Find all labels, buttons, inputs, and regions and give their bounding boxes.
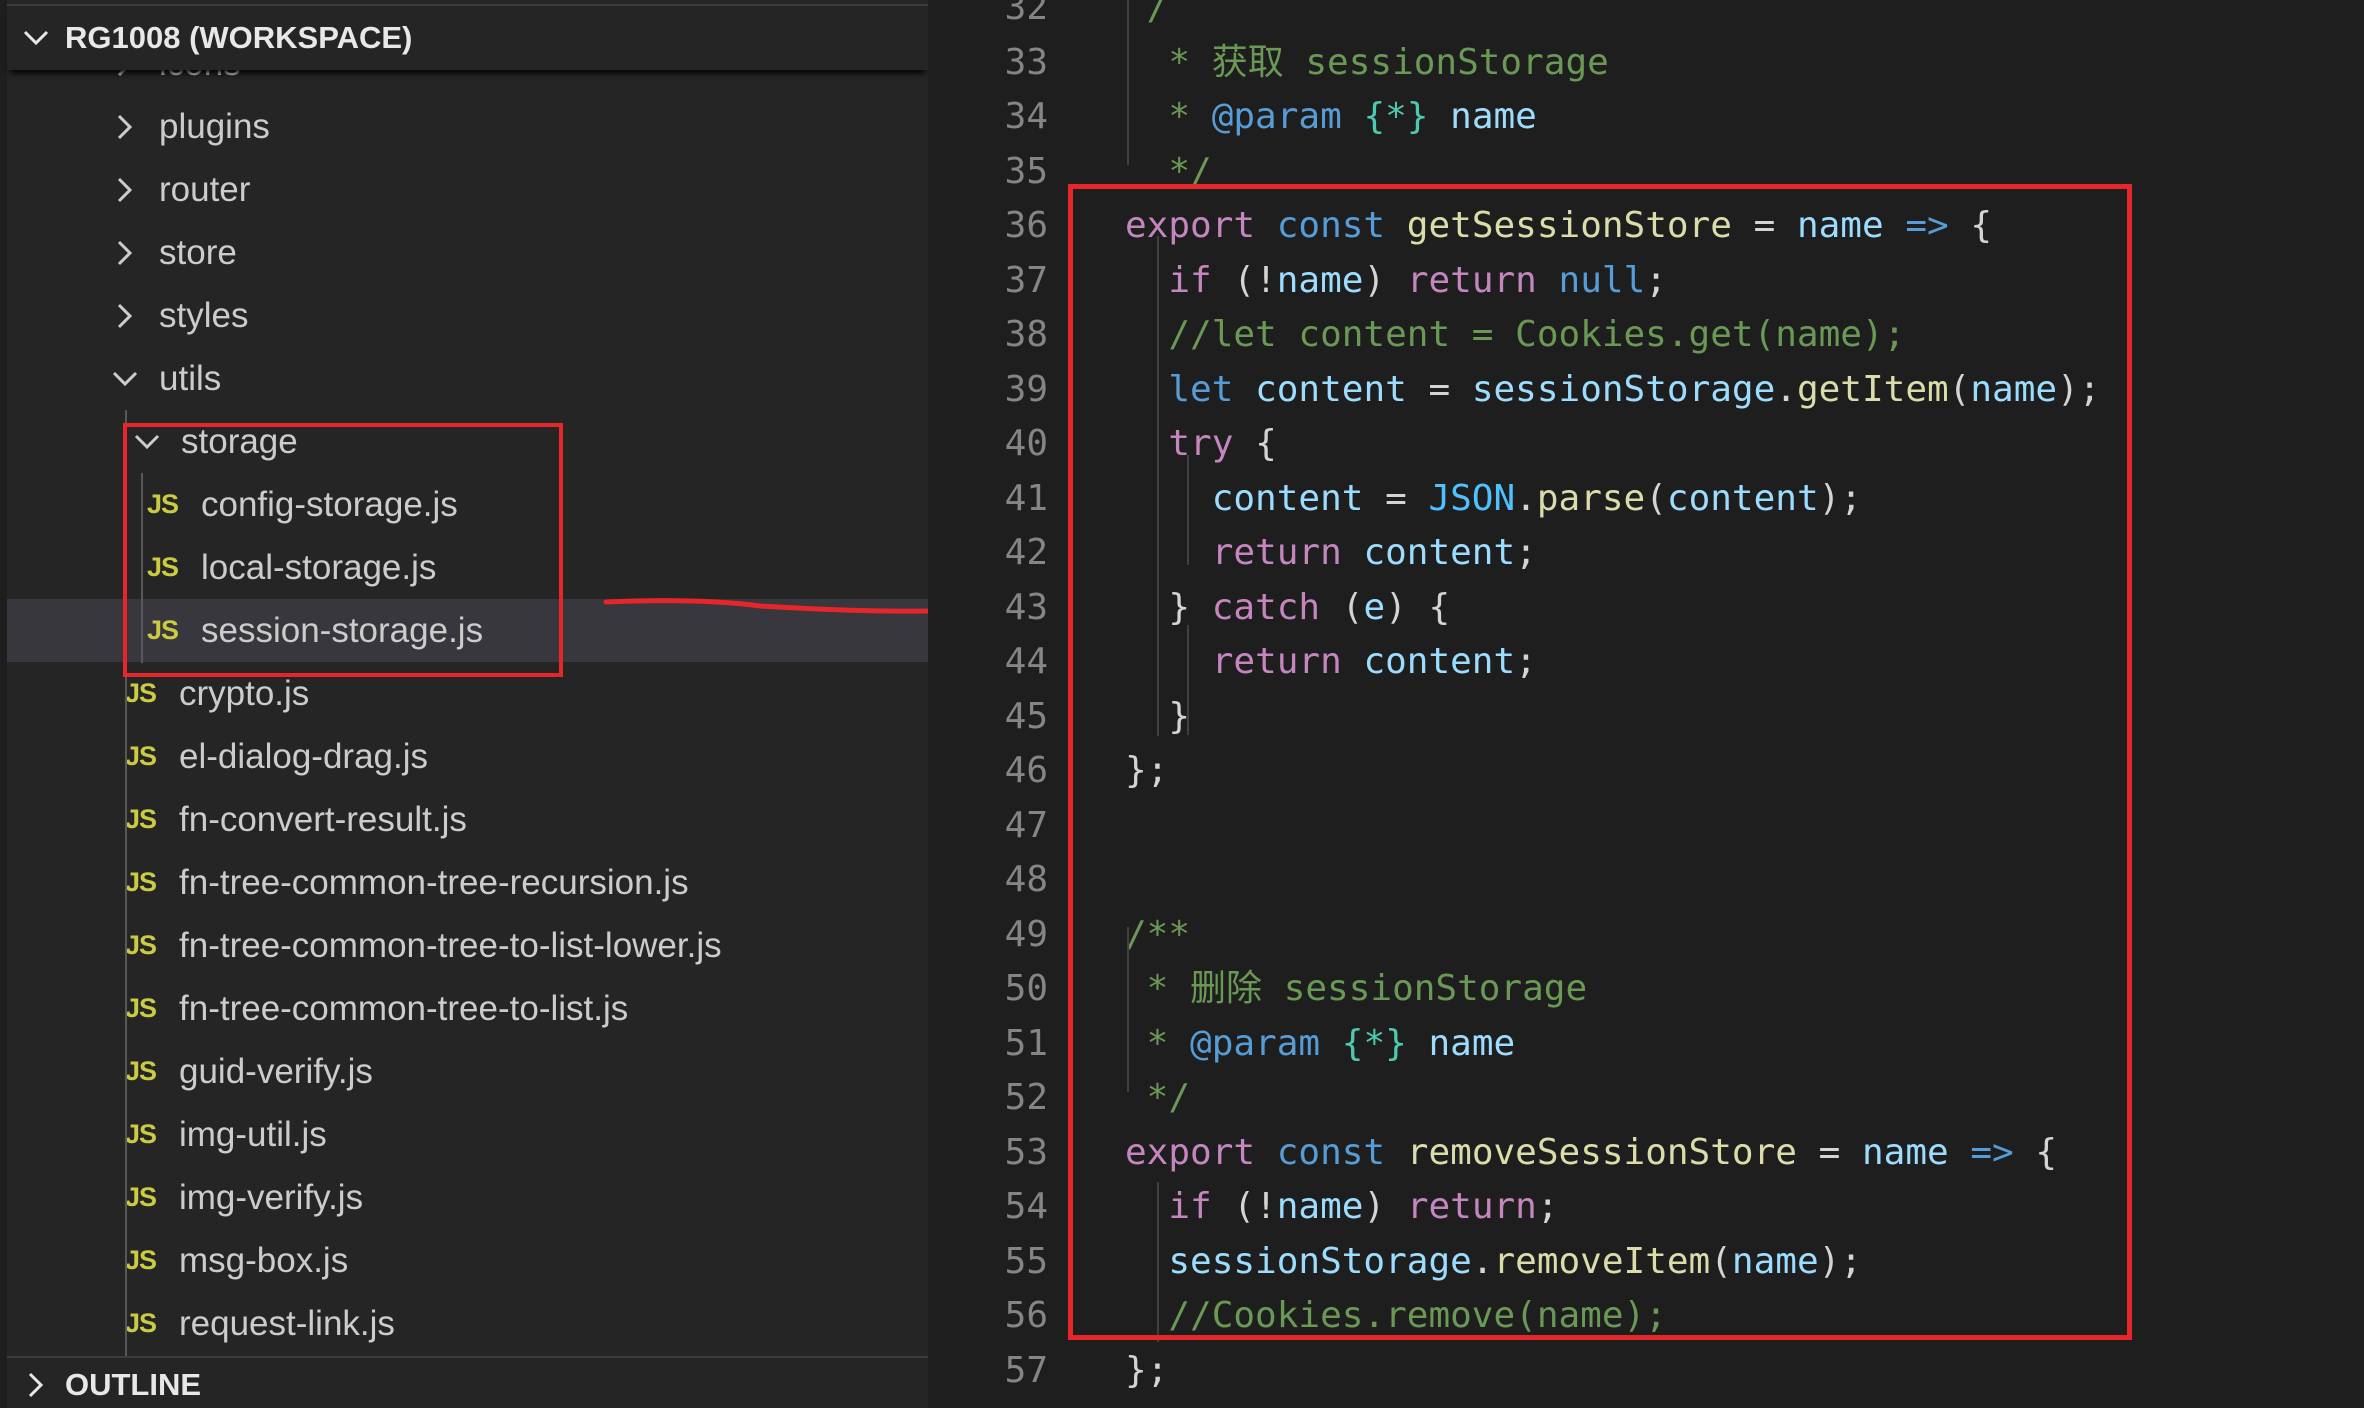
line-number: 56 — [1004, 1295, 1048, 1336]
file-label: fn-tree-common-tree-recursion.js — [179, 862, 689, 902]
file-label: msg-box.js — [179, 1240, 349, 1280]
line-number: 36 — [1004, 205, 1048, 246]
line-number: 33 — [1004, 41, 1048, 83]
line-number: 42 — [1004, 532, 1048, 573]
line-number: 51 — [1004, 1022, 1048, 1064]
line-number: 54 — [1004, 1186, 1048, 1227]
tree-file-el-dialog-drag-js[interactable]: JS el-dialog-drag.js — [7, 725, 928, 788]
code-text: * 获取 sessionStorage — [1125, 36, 1609, 90]
line-number: 44 — [1004, 641, 1048, 682]
tree-file-guid-verify-js[interactable]: JS guid-verify.js — [7, 1040, 928, 1103]
code-annotation-box — [1068, 184, 2132, 1340]
code-token: {*} — [1363, 96, 1429, 137]
tree-file-img-util-js[interactable]: JS img-util.js — [7, 1103, 928, 1166]
code-text: * @param {*} name — [1125, 90, 1537, 144]
js-file-icon: JS — [125, 1119, 157, 1149]
file-label: request-link.js — [179, 1303, 395, 1343]
js-file-icon: JS — [125, 741, 157, 771]
js-file-icon: JS — [125, 1245, 157, 1275]
js-file-icon: JS — [125, 1308, 157, 1338]
file-label: fn-tree-common-tree-to-list.js — [179, 988, 629, 1028]
code-token: name — [1450, 96, 1537, 137]
explorer-sidebar: RG1008 (WORKSPACE) iconspluginsroutersto… — [0, 0, 928, 1408]
tree-file-fn-tree-common-tree-to-list-js[interactable]: JS fn-tree-common-tree-to-list.js — [7, 977, 928, 1040]
js-file-icon: JS — [125, 930, 157, 960]
line-number: 53 — [1004, 1131, 1048, 1173]
js-file-icon: JS — [125, 993, 157, 1023]
js-file-icon: JS — [125, 804, 157, 834]
tree-file-msg-box-js[interactable]: JS msg-box.js — [7, 1229, 928, 1292]
js-file-icon: JS — [125, 1056, 157, 1086]
file-label: img-verify.js — [179, 1177, 364, 1217]
line-number: 35 — [1004, 150, 1048, 192]
line-number: 52 — [1004, 1077, 1048, 1118]
js-file-icon: JS — [125, 867, 157, 897]
outline-header[interactable]: OUTLINE — [7, 1356, 928, 1408]
line-number: 50 — [1004, 968, 1048, 1009]
code-line[interactable]: 33 * 获取 sessionStorage — [928, 36, 2364, 90]
line-number: 45 — [1004, 695, 1048, 737]
code-token: @param — [1211, 96, 1342, 137]
code-line[interactable]: 34 * @param {*} name — [928, 90, 2364, 144]
tree-file-fn-convert-result-js[interactable]: JS fn-convert-result.js — [7, 788, 928, 851]
code-token: * — [1125, 96, 1212, 137]
tree-file-img-verify-js[interactable]: JS img-verify.js — [7, 1166, 928, 1229]
tree-file-fn-tree-common-tree-to-list-lower-js[interactable]: JS fn-tree-common-tree-to-list-lower.js — [7, 914, 928, 977]
outline-title: OUTLINE — [65, 1367, 202, 1402]
line-number: 34 — [1004, 96, 1048, 137]
line-number: 46 — [1004, 750, 1048, 791]
annotation-arrow-line — [603, 598, 928, 614]
tree-file-request-link-js[interactable]: JS request-link.js — [7, 1292, 928, 1355]
code-token: }; — [1125, 1349, 1169, 1391]
code-text: / — [1125, 0, 1169, 35]
line-number: 40 — [1004, 423, 1048, 464]
line-number: 39 — [1004, 368, 1048, 410]
line-number: 49 — [1004, 913, 1048, 955]
line-number: 32 — [1004, 0, 1048, 28]
code-text: }; — [1125, 1344, 1168, 1398]
file-label: img-util.js — [179, 1114, 327, 1154]
line-number: 57 — [1004, 1349, 1048, 1391]
code-token: / — [1125, 0, 1169, 28]
tree-file-fn-tree-common-tree-recursion-js[interactable]: JS fn-tree-common-tree-recursion.js — [7, 851, 928, 914]
file-label: fn-convert-result.js — [179, 799, 467, 839]
file-label: fn-tree-common-tree-to-list-lower.js — [179, 925, 722, 965]
line-number: 55 — [1004, 1240, 1048, 1282]
file-label: guid-verify.js — [179, 1051, 373, 1091]
line-number: 47 — [1004, 804, 1048, 846]
chevron-right-icon — [7, 1372, 65, 1398]
line-number: 38 — [1004, 314, 1048, 355]
indent-guide — [1127, 0, 1129, 165]
line-number: 37 — [1004, 259, 1048, 301]
line-number: 48 — [1004, 859, 1048, 900]
code-line[interactable]: 32 / — [928, 0, 2364, 35]
code-token: * 获取 sessionStorage — [1125, 41, 1609, 83]
file-label: el-dialog-drag.js — [179, 736, 429, 776]
line-number: 43 — [1004, 586, 1048, 628]
line-number: 41 — [1004, 477, 1048, 519]
code-line[interactable]: 57}; — [928, 1344, 2364, 1398]
js-file-icon: JS — [125, 1182, 157, 1212]
